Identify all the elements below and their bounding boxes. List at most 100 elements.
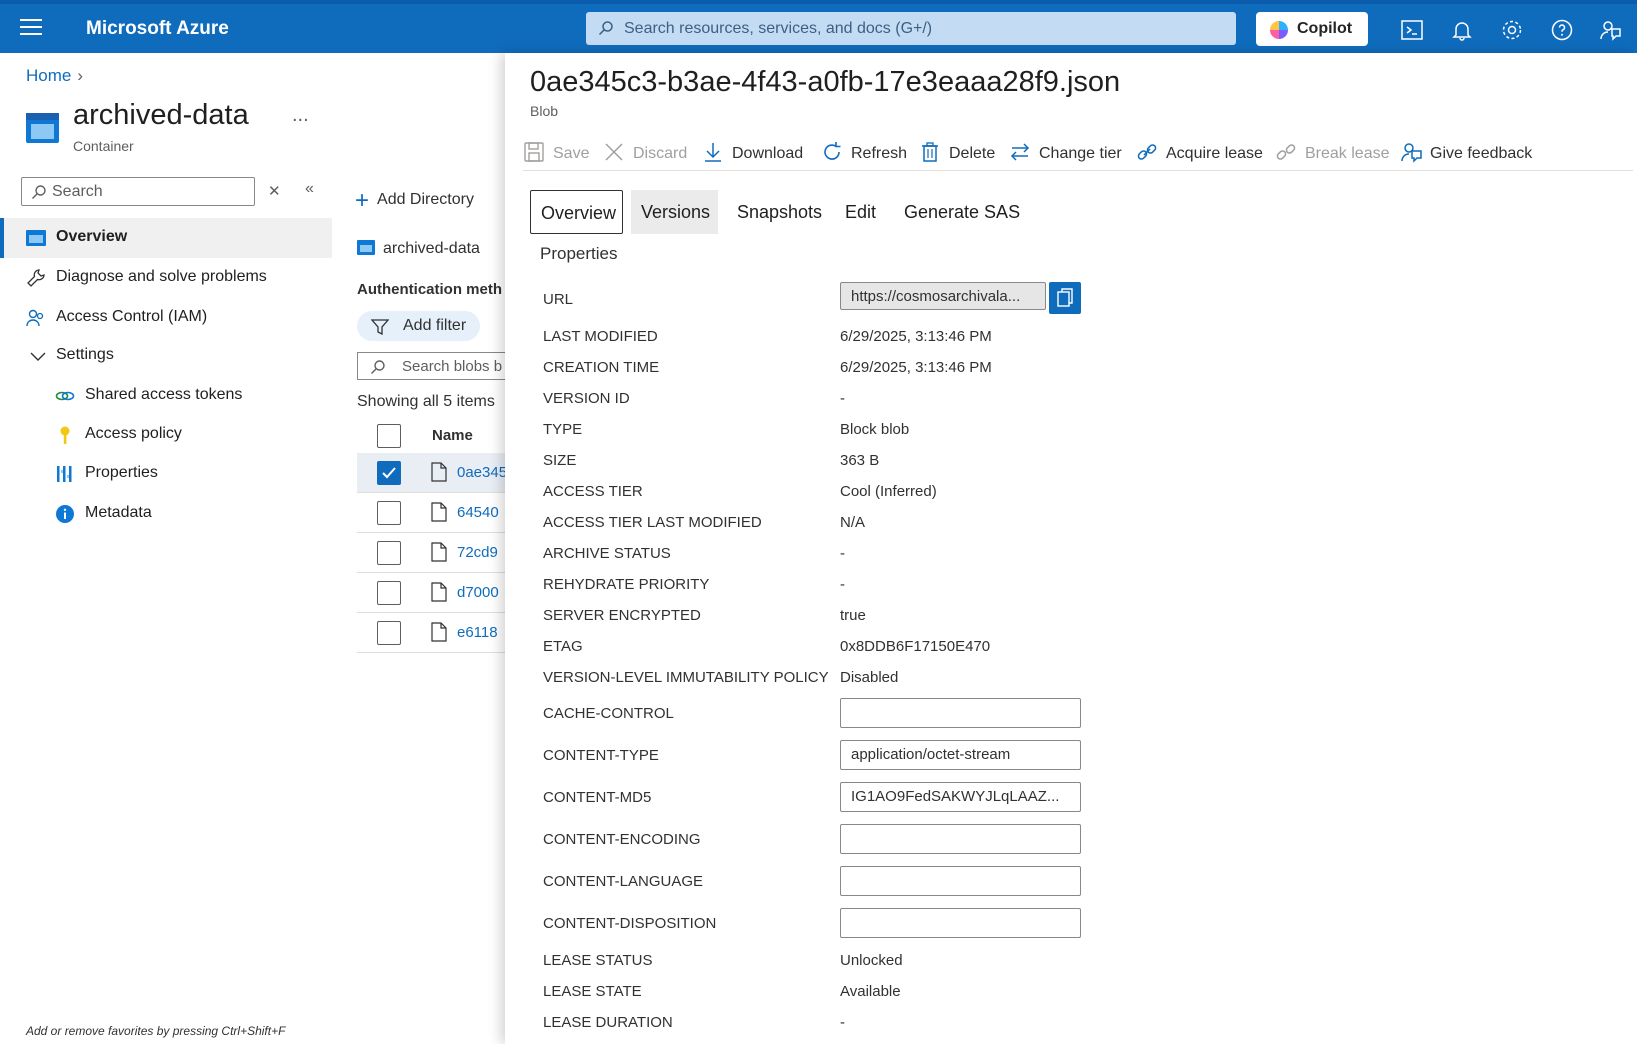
- key-icon: [60, 426, 70, 444]
- content-type-field[interactable]: application/octet-stream: [840, 740, 1081, 770]
- break-lease-button[interactable]: Break lease: [1275, 141, 1390, 167]
- property-key: CACHE-CONTROL: [543, 705, 674, 722]
- table-row[interactable]: 64540: [357, 493, 505, 533]
- property-key: CREATION TIME: [543, 359, 660, 376]
- blob-name-link[interactable]: 72cd9: [457, 544, 498, 561]
- nav-item-overview[interactable]: Overview: [0, 218, 332, 258]
- property-key: LAST MODIFIED: [543, 328, 658, 345]
- authentication-method-label: Authentication meth: [357, 281, 502, 298]
- menu-icon[interactable]: [20, 19, 42, 39]
- table-row[interactable]: 72cd9: [357, 533, 505, 573]
- acquire-lease-button[interactable]: Acquire lease: [1136, 141, 1263, 167]
- select-all-checkbox[interactable]: [377, 424, 401, 448]
- feedback-icon[interactable]: [1598, 18, 1622, 42]
- property-value: 0x8DDB6F17150E470: [840, 638, 991, 655]
- nav-item-shared-access-tokens[interactable]: Shared access tokens: [0, 376, 332, 416]
- add-directory-button[interactable]: + Add Directory: [355, 187, 474, 215]
- content-md5-field[interactable]: IG1AO9FedSAKWYJLqLAAZ...: [840, 782, 1081, 812]
- download-icon: [705, 143, 721, 162]
- property-value: 6/29/2025, 3:13:46 PM: [840, 328, 992, 345]
- property-key: ACCESS TIER LAST MODIFIED: [543, 514, 762, 531]
- property-key: LEASE STATUS: [543, 952, 653, 969]
- search-icon: [32, 185, 46, 199]
- row-checkbox[interactable]: [377, 461, 401, 485]
- collapse-nav-icon[interactable]: «: [305, 180, 314, 198]
- blob-name-link[interactable]: 0ae345: [457, 464, 505, 481]
- tab-versions[interactable]: Versions: [631, 190, 718, 234]
- property-key: ACCESS TIER: [543, 483, 643, 500]
- nav-item-iam[interactable]: Access Control (IAM): [0, 298, 332, 338]
- nav-item-diagnose[interactable]: Diagnose and solve problems: [0, 258, 332, 298]
- table-row[interactable]: d7000: [357, 573, 505, 613]
- container-icon: [357, 240, 375, 255]
- property-value: -: [840, 390, 845, 407]
- file-icon: [431, 462, 447, 482]
- content-language-field[interactable]: [840, 866, 1081, 896]
- blob-name-link[interactable]: e6118: [457, 624, 498, 641]
- row-checkbox[interactable]: [377, 621, 401, 645]
- property-value: -: [840, 576, 845, 593]
- top-bar: Microsoft Azure Search resources, servic…: [0, 0, 1637, 53]
- feedback-icon: [1401, 143, 1422, 163]
- copy-url-button[interactable]: [1049, 282, 1081, 314]
- favorites-hint: Add or remove favorites by pressing Ctrl…: [26, 1024, 286, 1038]
- refresh-button[interactable]: Refresh: [821, 141, 907, 167]
- table-row[interactable]: 0ae345: [357, 453, 505, 493]
- nav-item-settings[interactable]: Settings: [0, 336, 332, 376]
- clear-filter-icon[interactable]: ✕: [268, 182, 281, 200]
- gear-icon[interactable]: [1500, 18, 1524, 42]
- change-tier-button[interactable]: Change tier: [1009, 141, 1122, 167]
- table-row[interactable]: e6118: [357, 613, 505, 653]
- cache-control-field[interactable]: [840, 698, 1081, 728]
- blob-title: 0ae345c3-b3ae-4f43-a0fb-17e3eaaa28f9.jso…: [530, 66, 1121, 98]
- tab-generate-sas[interactable]: Generate SAS: [894, 190, 1024, 234]
- nav-item-metadata[interactable]: Metadata: [0, 494, 332, 534]
- nav-item-access-policy[interactable]: Access policy: [0, 415, 332, 455]
- content-disposition-field[interactable]: [840, 908, 1081, 938]
- column-header-name[interactable]: Name: [432, 427, 473, 444]
- add-filter-label: Add filter: [403, 317, 467, 334]
- container-path-label: archived-data: [383, 240, 480, 257]
- delete-button[interactable]: Delete: [919, 141, 995, 167]
- tab-label: Overview: [541, 203, 617, 223]
- property-key: LEASE STATE: [543, 983, 642, 1000]
- property-value: -: [840, 1014, 845, 1031]
- breadcrumb-home[interactable]: Home: [26, 66, 71, 85]
- blob-search-input[interactable]: Search blobs b: [357, 352, 505, 380]
- help-icon[interactable]: [1550, 18, 1574, 42]
- bell-icon[interactable]: [1450, 18, 1474, 42]
- blob-name-link[interactable]: 64540: [457, 504, 499, 521]
- info-icon: [56, 505, 74, 523]
- add-filter-button[interactable]: Add filter: [357, 311, 480, 341]
- file-icon: [431, 542, 447, 562]
- row-checkbox[interactable]: [377, 501, 401, 525]
- brand-title[interactable]: Microsoft Azure: [86, 18, 229, 40]
- tab-snapshots[interactable]: Snapshots: [727, 190, 827, 234]
- nav-label: Shared access tokens: [85, 386, 243, 403]
- give-feedback-button[interactable]: Give feedback: [1400, 141, 1532, 167]
- row-checkbox[interactable]: [377, 581, 401, 605]
- tab-overview[interactable]: Overview: [530, 190, 623, 234]
- nav-item-properties[interactable]: Properties: [0, 454, 332, 494]
- file-icon: [431, 622, 447, 642]
- property-key: VERSION-LEVEL IMMUTABILITY POLICY: [543, 669, 829, 686]
- save-button[interactable]: Save: [523, 141, 589, 167]
- global-search-input[interactable]: Search resources, services, and docs (G+…: [586, 12, 1236, 45]
- discard-label: Discard: [633, 145, 688, 162]
- add-directory-label: Add Directory: [377, 191, 474, 208]
- blob-name-link[interactable]: d7000: [457, 584, 499, 601]
- tab-label: Snapshots: [737, 202, 823, 222]
- chevron-down-icon: [30, 352, 46, 361]
- row-checkbox[interactable]: [377, 541, 401, 565]
- url-field[interactable]: https://cosmosarchivala...: [840, 282, 1046, 310]
- download-button[interactable]: Download: [702, 141, 803, 167]
- search-icon: [598, 21, 613, 36]
- more-options-button[interactable]: ...: [292, 104, 309, 127]
- discard-button[interactable]: Discard: [603, 141, 687, 167]
- property-key: CONTENT-ENCODING: [543, 831, 701, 848]
- tab-edit[interactable]: Edit: [835, 190, 885, 234]
- cloud-shell-icon[interactable]: [1400, 18, 1424, 42]
- nav-search-input[interactable]: Search: [21, 177, 255, 206]
- copilot-button[interactable]: Copilot: [1256, 12, 1368, 46]
- content-encoding-field[interactable]: [840, 824, 1081, 854]
